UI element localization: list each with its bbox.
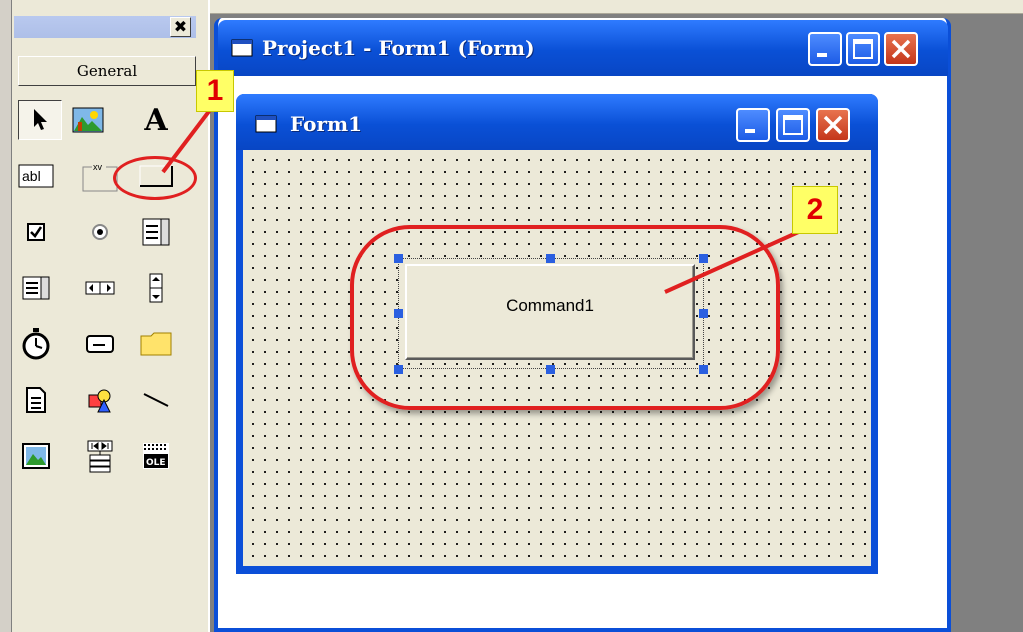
project-minimize-button[interactable] <box>808 32 842 66</box>
annotation-oval-2 <box>350 225 780 410</box>
tool-combo-box[interactable] <box>134 212 178 252</box>
toolbox-close-button[interactable]: ✖ <box>170 17 191 37</box>
combobox-icon <box>142 218 170 246</box>
shape-icon <box>88 389 111 413</box>
minimize-icon <box>817 53 827 57</box>
project-maximize-button[interactable] <box>846 32 880 66</box>
annotation-label-1: 1 <box>196 70 234 112</box>
tool-image[interactable] <box>14 436 58 476</box>
tool-drive-list[interactable] <box>78 324 122 364</box>
maximize-icon <box>853 39 873 59</box>
toolbox-titlebar <box>14 16 196 38</box>
form-window-title: Form1 <box>290 112 363 136</box>
tool-timer[interactable] <box>14 324 58 364</box>
tool-vscroll[interactable] <box>134 268 178 308</box>
form-window-icon <box>231 39 253 57</box>
option-button-icon <box>92 224 108 240</box>
line-icon <box>143 393 169 407</box>
form-close-button[interactable] <box>816 108 850 142</box>
toolbox-edge <box>0 0 12 632</box>
tool-file-list[interactable] <box>14 380 58 420</box>
label-icon: A <box>144 102 168 138</box>
form-minimize-button[interactable] <box>736 108 770 142</box>
annotation-label-2: 2 <box>792 186 838 234</box>
close-icon <box>823 115 843 135</box>
tool-data[interactable] <box>78 436 122 476</box>
mdi-background <box>950 14 1023 632</box>
minimize-icon <box>745 129 755 133</box>
folder-icon <box>140 332 172 356</box>
ole-icon: OLE <box>143 443 169 469</box>
annotation-oval-1 <box>113 156 197 200</box>
tool-text-box[interactable]: abl <box>14 156 58 196</box>
tool-label[interactable]: A <box>134 100 178 140</box>
tool-ole[interactable]: OLE <box>134 436 178 476</box>
file-list-icon <box>26 387 46 413</box>
picture-box-icon <box>72 107 104 133</box>
tool-line[interactable] <box>134 380 178 420</box>
project-close-button[interactable] <box>884 32 918 66</box>
drive-list-icon <box>86 335 114 353</box>
timer-icon <box>22 328 50 360</box>
hscroll-icon <box>85 281 115 295</box>
tool-list-box[interactable] <box>14 268 58 308</box>
maximize-icon <box>783 115 803 135</box>
form-icon <box>255 115 277 133</box>
listbox-icon <box>22 276 50 300</box>
tool-picture-box[interactable] <box>66 100 110 140</box>
textbox-icon: abl <box>18 164 54 188</box>
close-icon <box>891 39 911 59</box>
general-tab[interactable]: General <box>18 56 196 86</box>
tool-option-button[interactable] <box>78 212 122 252</box>
svg-text:xv: xv <box>93 162 103 172</box>
svg-text:abl: abl <box>22 168 41 184</box>
vscroll-icon <box>149 273 163 303</box>
form-maximize-button[interactable] <box>776 108 810 142</box>
checkbox-icon <box>27 223 45 241</box>
image-icon <box>22 443 50 469</box>
tool-pointer[interactable] <box>18 100 62 140</box>
tool-hscroll[interactable] <box>78 268 122 308</box>
tool-shape[interactable] <box>78 380 122 420</box>
svg-text:OLE: OLE <box>146 458 166 468</box>
toolbox-panel <box>0 0 210 632</box>
pointer-icon <box>34 109 47 130</box>
tool-dir-list[interactable] <box>134 324 178 364</box>
data-control-icon <box>87 440 113 473</box>
project-window-title: Project1 - Form1 (Form) <box>262 36 535 60</box>
tool-check-box[interactable] <box>14 212 58 252</box>
